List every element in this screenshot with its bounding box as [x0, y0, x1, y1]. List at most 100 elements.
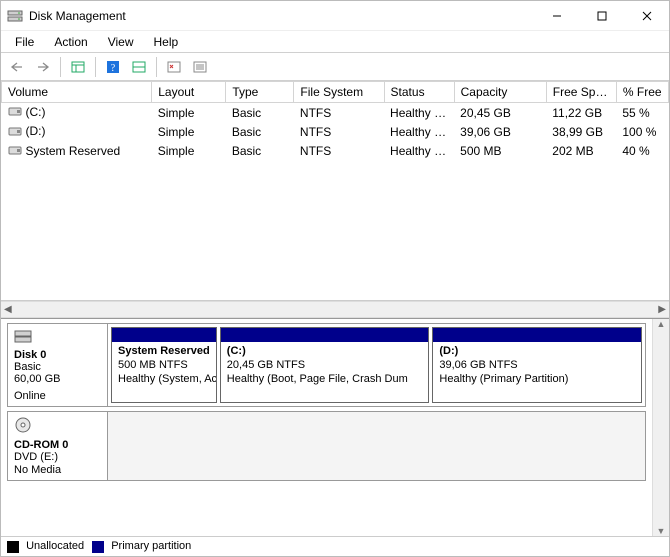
drive-icon: [8, 144, 22, 159]
cell-fs: NTFS: [294, 142, 384, 161]
disk-row[interactable]: Disk 0Basic60,00 GBOnlineSystem Reserved…: [7, 323, 646, 407]
cell-type: Basic: [226, 122, 294, 141]
toolbar: ?: [1, 53, 669, 81]
partition-stripe: [433, 328, 641, 342]
menu-file[interactable]: File: [5, 33, 44, 51]
partition-label: (C:): [227, 345, 423, 359]
partition-size: 20,45 GB NTFS: [227, 359, 423, 373]
cell-layout: Simple: [152, 103, 226, 123]
close-button[interactable]: [624, 1, 669, 30]
menu-help[interactable]: Help: [144, 33, 189, 51]
help-button[interactable]: ?: [101, 56, 125, 78]
horizontal-scrollbar[interactable]: ◀ ▶: [1, 301, 669, 318]
cell-pct: 100 %: [616, 122, 668, 141]
partition-label: System Reserved: [118, 345, 210, 359]
disk-name-label: CD-ROM 0: [14, 439, 101, 451]
cell-free: 38,99 GB: [546, 122, 616, 141]
disk-type-label: DVD (E:): [14, 451, 101, 463]
view-options-button[interactable]: [66, 56, 90, 78]
column-header[interactable]: File System: [294, 82, 384, 103]
cell-capacity: 39,06 GB: [454, 122, 546, 141]
cell-layout: Simple: [152, 142, 226, 161]
cell-free: 202 MB: [546, 142, 616, 161]
column-header[interactable]: Free Spa...: [546, 82, 616, 103]
partition[interactable]: (D:)39,06 GB NTFSHealthy (Primary Partit…: [432, 327, 642, 403]
menu-view[interactable]: View: [98, 33, 144, 51]
legend-unallocated: Unallocated: [7, 540, 84, 552]
legend: Unallocated Primary partition: [1, 536, 669, 556]
cell-name: System Reserved: [2, 142, 152, 161]
hard-disk-icon: [14, 328, 101, 347]
toolbar-separator: [156, 57, 157, 77]
disk-header[interactable]: Disk 0Basic60,00 GBOnline: [8, 324, 108, 406]
scroll-left-icon[interactable]: ◀: [4, 304, 12, 315]
swatch-unallocated-icon: [7, 541, 19, 553]
volume-name-label: (C:): [26, 105, 46, 119]
optical-drive-icon: [14, 416, 101, 437]
table-row[interactable]: (D:) SimpleBasicNTFSHealthy (P...39,06 GB…: [2, 122, 669, 141]
legend-unallocated-label: Unallocated: [26, 540, 84, 552]
volume-name-label: (D:): [26, 124, 46, 138]
partition-size: 500 MB NTFS: [118, 359, 210, 373]
swatch-primary-icon: [92, 541, 104, 553]
cell-type: Basic: [226, 142, 294, 161]
legend-primary: Primary partition: [92, 540, 191, 552]
disk-rows[interactable]: Disk 0Basic60,00 GBOnlineSystem Reserved…: [1, 319, 669, 536]
toolbar-separator: [95, 57, 96, 77]
disk-size-label: 60,00 GB: [14, 373, 101, 385]
column-header[interactable]: % Free: [616, 82, 668, 103]
list-style-button[interactable]: [188, 56, 212, 78]
titlebar: Disk Management: [1, 1, 669, 31]
table-row[interactable]: System Reserved SimpleBasicNTFSHealthy (S…: [2, 142, 669, 161]
drive-icon: [8, 125, 22, 140]
column-header[interactable]: Status: [384, 82, 454, 103]
disk-graphic-pane: Disk 0Basic60,00 GBOnlineSystem Reserved…: [1, 318, 669, 556]
column-header[interactable]: Type: [226, 82, 294, 103]
cell-status: Healthy (S...: [384, 142, 454, 161]
drive-icon: [8, 105, 22, 120]
partition-size: 39,06 GB NTFS: [439, 359, 635, 373]
minimize-button[interactable]: [534, 1, 579, 30]
cell-name: (D:): [2, 122, 152, 141]
cell-fs: NTFS: [294, 103, 384, 123]
scroll-right-icon[interactable]: ▶: [658, 304, 666, 315]
vertical-scrollbar[interactable]: ▲▼: [652, 319, 669, 536]
settings-button[interactable]: [162, 56, 186, 78]
toolbar-separator: [60, 57, 61, 77]
cell-status: Healthy (P...: [384, 122, 454, 141]
cell-capacity: 500 MB: [454, 142, 546, 161]
disk-state-label: No Media: [14, 464, 101, 476]
partition-status: Healthy (Primary Partition): [439, 373, 635, 387]
cell-name: (C:): [2, 103, 152, 123]
disk-type-label: Basic: [14, 361, 101, 373]
partition-container: System Reserved500 MB NTFSHealthy (Syste…: [108, 324, 645, 406]
volume-list-pane[interactable]: VolumeLayoutTypeFile SystemStatusCapacit…: [1, 81, 669, 301]
partition[interactable]: (C:)20,45 GB NTFSHealthy (Boot, Page Fil…: [220, 327, 430, 403]
back-button[interactable]: [5, 56, 29, 78]
column-header[interactable]: Capacity: [454, 82, 546, 103]
disk-state-label: Online: [14, 390, 101, 402]
volume-name-label: System Reserved: [26, 144, 121, 158]
cell-capacity: 20,45 GB: [454, 103, 546, 123]
volume-table: VolumeLayoutTypeFile SystemStatusCapacit…: [1, 81, 669, 161]
forward-button[interactable]: [31, 56, 55, 78]
menu-action[interactable]: Action: [44, 33, 97, 51]
partition[interactable]: System Reserved500 MB NTFSHealthy (Syste…: [111, 327, 217, 403]
partition-status: Healthy (System, Act: [118, 373, 210, 387]
disk-header[interactable]: CD-ROM 0DVD (E:)No Media: [8, 412, 108, 480]
panel-layout-button[interactable]: [127, 56, 151, 78]
optical-empty-area[interactable]: [108, 412, 645, 480]
cell-pct: 40 %: [616, 142, 668, 161]
column-header[interactable]: Layout: [152, 82, 226, 103]
cell-fs: NTFS: [294, 122, 384, 141]
window-title: Disk Management: [29, 9, 534, 23]
column-header[interactable]: Volume: [2, 82, 152, 103]
partition-label: (D:): [439, 345, 635, 359]
cell-pct: 55 %: [616, 103, 668, 123]
table-row[interactable]: (C:)SimpleBasicNTFSHealthy (B...20,45 GB…: [2, 103, 669, 123]
legend-primary-label: Primary partition: [111, 540, 191, 552]
cell-layout: Simple: [152, 122, 226, 141]
disk-row[interactable]: CD-ROM 0DVD (E:)No Media: [7, 411, 646, 481]
partition-stripe: [112, 328, 216, 342]
maximize-button[interactable]: [579, 1, 624, 30]
